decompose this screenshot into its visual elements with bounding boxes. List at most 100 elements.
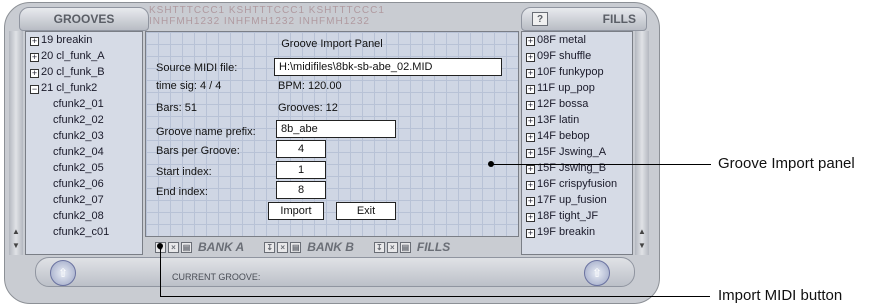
list-item[interactable]: cfunk2_04 [26,144,142,160]
drummer-app-window: GROOVES KSHTTTCCC1 KSHTTTCCC1 KSHTTTCCC1… [4,2,660,304]
list-item[interactable]: +09F shuffle [522,48,632,64]
list-item[interactable]: +16F crispyfusion [522,176,632,192]
expand-icon[interactable]: + [526,117,535,126]
scroll-up-arrow-icon[interactable]: ▲ [638,227,646,236]
callout-groove-import-panel: Groove Import panel [718,155,855,172]
expand-icon[interactable]: + [526,53,535,62]
list-item-label: 12F bossa [537,98,589,110]
bottom-bar: ⇧ CURRENT GROOVE: ⇧ [35,257,635,287]
save-icon[interactable]: ▤ [399,241,411,253]
import-dialog: Groove Import Panel Source MIDI file: H:… [146,32,518,232]
scroll-down-arrow-icon[interactable]: ▼ [12,241,20,250]
save-icon[interactable]: ▤ [181,241,192,253]
scroll-up-arrow-icon[interactable]: ▲ [12,227,20,236]
grooves-list: +19 breakin +20 cl_funk_A +20 cl_funk_B −21… [25,31,143,255]
end-index-field[interactable]: 8 [276,181,326,199]
import-midi-icon[interactable]: ↧ [373,241,385,253]
delete-icon[interactable]: × [277,241,289,253]
list-item[interactable]: cfunk2_03 [26,128,142,144]
bank-b[interactable]: ↧ × ▤ BANK B [264,239,354,255]
expand-icon[interactable]: + [526,101,535,110]
list-item-label: 13F latin [537,114,580,126]
list-item[interactable]: +10F funkypop [522,64,632,80]
callout-import-midi-button: Import MIDI button [718,287,843,304]
list-item[interactable]: cfunk2_02 [26,112,142,128]
list-item[interactable]: cfunk2_06 [26,176,142,192]
list-item[interactable]: +12F bossa [522,96,632,112]
fills-header: ? FILLS [521,7,647,31]
bank-b-label[interactable]: BANK B [307,240,354,254]
list-item[interactable]: +19 breakin [26,32,142,48]
list-item[interactable]: cfunk2_08 [26,208,142,224]
bank-fills-label[interactable]: FILLS [417,240,450,254]
scroll-down-arrow-icon[interactable]: ▼ [638,241,646,250]
import-button[interactable]: Import [268,202,324,220]
expand-icon[interactable]: + [526,37,535,46]
expand-icon[interactable]: + [526,181,535,190]
current-groove-label: CURRENT GROOVE: [172,272,261,282]
list-item[interactable]: +14F bebop [522,128,632,144]
list-item[interactable]: +18F tight_JF [522,208,632,224]
import-midi-icon[interactable]: ↧ [264,241,276,253]
list-item-label: cfunk2_c01 [53,226,110,238]
list-item-label: 17F up_fusion [537,194,607,206]
dialog-title: Groove Import Panel [281,38,383,50]
list-item[interactable]: cfunk2_05 [26,160,142,176]
expand-icon[interactable]: + [526,149,535,158]
list-item[interactable]: +17F up_fusion [522,192,632,208]
list-item[interactable]: +08F metal [522,32,632,48]
delete-icon[interactable]: × [386,241,398,253]
fills-scrollbar[interactable]: ▲ ▼ [635,31,649,255]
list-item[interactable]: +20 cl_funk_A [26,48,142,64]
list-item[interactable]: +20 cl_funk_B [26,64,142,80]
list-item-label: 14F bebop [537,130,590,142]
bank-selector: ↧ × ▤ BANK A ↧ × ▤ BANK B ↧ × ▤ FILLS [155,239,515,255]
bank-a[interactable]: ↧ × ▤ BANK A [155,239,244,255]
help-button[interactable]: ? [532,12,548,26]
list-item-label: 19F breakin [537,226,596,238]
list-item-label: cfunk2_08 [53,210,104,222]
list-item-label: 19 breakin [41,34,93,46]
list-item[interactable]: −21 cl_funk2 [26,80,142,96]
delete-icon[interactable]: × [168,241,179,253]
source-midi-label: Source MIDI file: [156,62,238,74]
source-midi-field[interactable]: H:\midifiles\8bk-sb-abe_02.MID [274,58,502,76]
grooves-header: GROOVES [19,7,149,31]
exit-button[interactable]: Exit [336,202,396,220]
bars-text: Bars: 51 [156,102,197,114]
expand-icon[interactable]: + [526,165,535,174]
list-item[interactable]: +13F latin [522,112,632,128]
grooves-scrollbar[interactable]: ▲ ▼ [9,31,23,255]
expand-icon[interactable]: + [526,85,535,94]
expand-icon[interactable]: + [526,69,535,78]
end-index-label: End index: [156,186,208,198]
bank-fills[interactable]: ↧ × ▤ FILLS [373,239,450,255]
list-item[interactable]: +11F up_pop [522,80,632,96]
expand-icon[interactable]: + [526,197,535,206]
expand-icon[interactable]: + [30,37,39,46]
callout-line [160,246,161,296]
expand-icon[interactable]: + [30,69,39,78]
fills-header-label: FILLS [602,12,636,26]
save-icon[interactable]: ▤ [290,241,302,253]
bank-a-label[interactable]: BANK A [198,240,244,254]
list-item-label: cfunk2_07 [53,194,104,206]
expand-icon[interactable]: + [526,229,535,238]
expand-icon[interactable]: + [526,213,535,222]
prefix-field[interactable]: 8b_abe [276,120,396,138]
scroll-up-round-icon[interactable]: ⇧ [584,260,610,286]
list-item[interactable]: cfunk2_c01 [26,224,142,240]
start-index-field[interactable]: 1 [276,161,326,179]
grid-header-row2: INHFMH1232 INHFMH1232 INHFMH1232 [149,16,370,27]
fills-list: +08F metal +09F shuffle +10F funkypop +11F … [521,31,633,255]
bars-per-groove-field[interactable]: 4 [276,140,326,158]
collapse-icon[interactable]: − [30,85,39,94]
list-item[interactable]: +19F breakin [522,224,632,240]
list-item[interactable]: cfunk2_01 [26,96,142,112]
list-item[interactable]: +15F Jswing_A [522,144,632,160]
expand-icon[interactable]: + [526,133,535,142]
expand-icon[interactable]: + [30,53,39,62]
scroll-up-round-icon[interactable]: ⇧ [50,260,76,286]
list-item[interactable]: +15F Jswing_B [522,160,632,176]
list-item[interactable]: cfunk2_07 [26,192,142,208]
